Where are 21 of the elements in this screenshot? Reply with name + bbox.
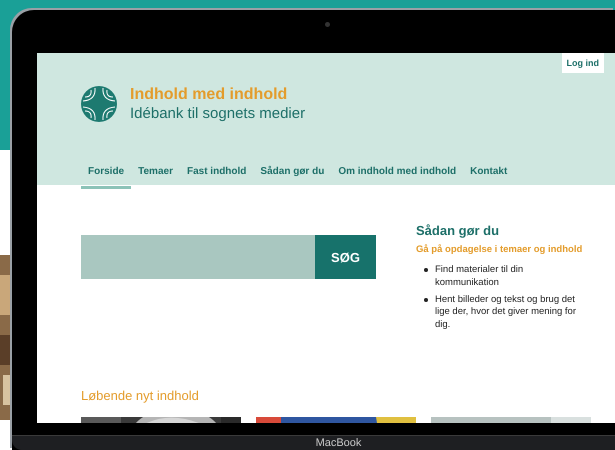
bullet-dot [424,298,428,302]
site-subtitle: Idébank til sognets medier [130,105,306,122]
nav-tab[interactable]: Sådan gør du [253,160,332,189]
nav-tab[interactable]: Kontakt [463,160,514,189]
camera-icon [325,22,330,27]
bullet-dot [424,268,428,272]
site-title: Indhold med indhold [130,86,288,104]
nav-tab[interactable]: Om indhold med indhold [331,160,464,189]
login-button[interactable]: Log ind [562,53,604,73]
nav-tab[interactable]: Forside [81,160,132,189]
logo-icon [81,86,117,122]
aside-subheading: Gå på opdagelse i temaer og indhold [416,244,584,255]
nav-tab[interactable]: Temaer [131,160,180,189]
laptop-brand: MacBook [316,437,362,449]
search-field[interactable] [81,235,315,279]
section-title: Løbende nyt indhold [81,388,200,404]
aside-heading: Sådan gør du [416,223,500,238]
nav-tab[interactable]: Fast indhold [180,160,254,189]
bullet-text: Find materialer til din kommunikation [435,264,524,290]
bullet-text: Hent billeder og tekst og brug det lige der, hvor det giver mening for dig. [435,294,577,332]
search-button[interactable]: SØG [315,235,376,279]
